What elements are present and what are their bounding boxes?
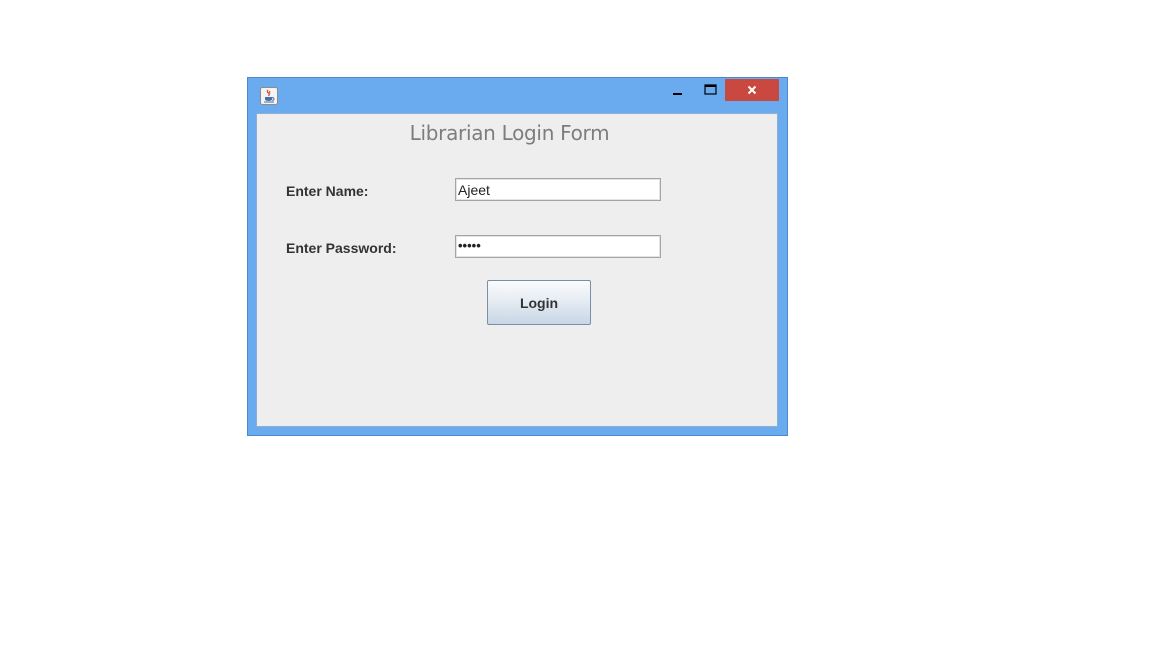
password-label: Enter Password:: [286, 240, 397, 256]
maximize-icon: [703, 84, 717, 95]
form-title: Librarian Login Form: [409, 121, 610, 145]
close-icon: [747, 85, 757, 95]
title-bar[interactable]: [248, 78, 787, 114]
password-field[interactable]: •••••: [455, 235, 661, 258]
java-cup-icon: [260, 87, 278, 105]
form-panel: Librarian Login Form Enter Name: Ajeet E…: [256, 113, 778, 427]
minimize-icon: [673, 93, 682, 95]
close-button[interactable]: [725, 79, 779, 101]
maximize-button[interactable]: [699, 79, 721, 101]
name-field[interactable]: Ajeet: [455, 178, 661, 201]
login-button[interactable]: Login: [487, 280, 591, 325]
login-window: Librarian Login Form Enter Name: Ajeet E…: [247, 77, 788, 436]
name-label: Enter Name:: [286, 183, 369, 199]
minimize-button[interactable]: [667, 79, 689, 101]
